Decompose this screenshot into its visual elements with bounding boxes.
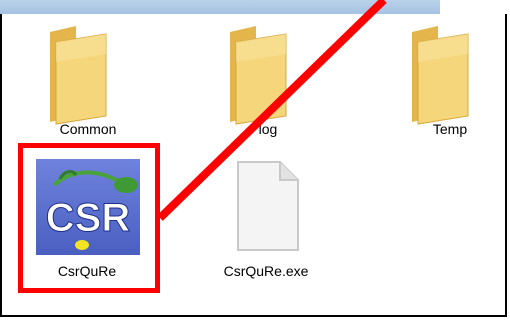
folder-icon [50, 26, 107, 125]
folder-icon [230, 26, 287, 125]
folder-icon [412, 26, 469, 125]
folder-label: log [258, 121, 278, 137]
window-title-bar [0, 0, 440, 15]
folder-label: Common [59, 121, 117, 137]
folder-label: Temp [432, 121, 468, 137]
highlight-box [18, 143, 160, 293]
blank-file-icon [237, 161, 299, 251]
file-label: CsrQuRe.exe [223, 263, 309, 279]
